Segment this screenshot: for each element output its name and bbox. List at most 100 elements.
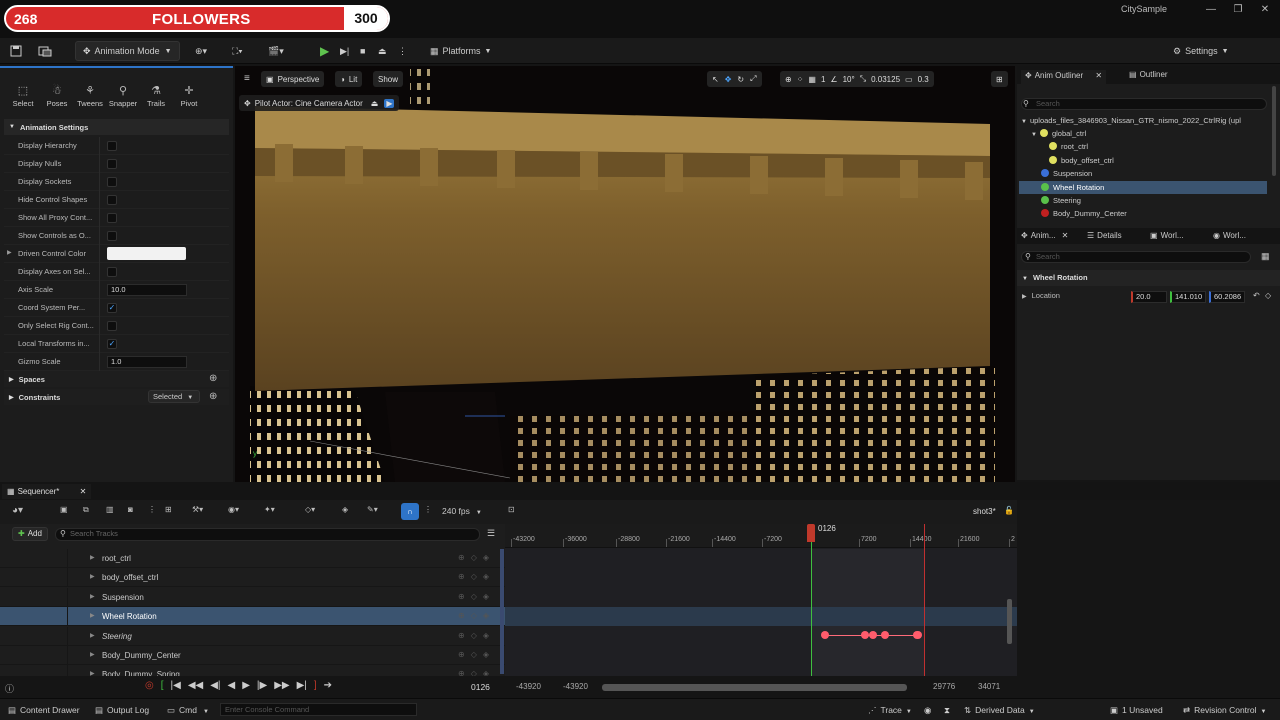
tool-select[interactable]: ⬚ Select	[7, 84, 39, 108]
next-key-icon[interactable]: ▶▶	[274, 680, 289, 691]
set-end-icon[interactable]: ]	[314, 680, 317, 691]
tab-outliner[interactable]: ▤ Outliner	[1129, 70, 1168, 79]
keyframe-icon[interactable]: ◇	[1265, 291, 1271, 300]
scale-snap-icon[interactable]: ⤡	[860, 74, 866, 84]
keyframe[interactable]	[861, 631, 869, 639]
expand-arrow-icon[interactable]: ▶	[90, 632, 95, 639]
content-drawer-button[interactable]: ▤ Content Drawer	[8, 705, 80, 716]
settings-dropdown[interactable]: ⚙ Settings ▼	[1173, 41, 1229, 61]
setting-checkbox[interactable]	[107, 213, 117, 223]
cmd-dropdown[interactable]: ▭ Cmd ▼	[167, 705, 209, 716]
track-key-controls[interactable]: ⊕◇◈	[458, 631, 495, 640]
track-row[interactable]: ▶ Wheel Rotation ⊕◇◈	[0, 607, 505, 627]
close-tab-icon[interactable]: ✕	[1095, 71, 1102, 80]
setting-checkbox[interactable]: ✓	[107, 339, 117, 349]
show-button[interactable]: Show	[373, 71, 404, 87]
color-swatch[interactable]	[107, 247, 186, 260]
perspective-button[interactable]: ▣ Perspective	[261, 71, 325, 87]
minimize-icon[interactable]: —	[1203, 2, 1219, 16]
track-row[interactable]: ▶ body_offset_ctrl ⊕◇◈	[0, 568, 505, 588]
outliner-item[interactable]: Body_Dummy_Center	[1019, 207, 1267, 220]
timeline-vscroll[interactable]	[1007, 599, 1012, 644]
view-range-end[interactable]: 29776	[933, 682, 955, 691]
maximize-icon[interactable]: ❐	[1230, 2, 1246, 16]
snap-icon[interactable]: ∩	[401, 503, 419, 520]
location-y-input[interactable]: 141.010	[1170, 291, 1206, 303]
play-forward-icon[interactable]: ▶	[242, 680, 250, 691]
setting-checkbox[interactable]	[107, 231, 117, 241]
prev-key-icon[interactable]: ◀◀	[188, 680, 203, 691]
camera-icon[interactable]: ◙	[128, 505, 133, 514]
add-space-icon[interactable]: ⊕	[209, 373, 217, 384]
mode-dropdown[interactable]: ✥ Animation Mode ▼	[75, 41, 180, 61]
setting-checkbox[interactable]	[107, 159, 117, 169]
camera-speed-value[interactable]: 0.3	[918, 75, 929, 84]
render-icon[interactable]: ▥	[106, 505, 114, 514]
expand-arrow-icon[interactable]: ▶	[90, 573, 95, 580]
tab-world-2[interactable]: ◉ Worl...	[1213, 231, 1246, 240]
track-row[interactable]: ▶ Steering ⊕◇◈	[0, 626, 505, 646]
outliner-scrollbar[interactable]	[1272, 86, 1276, 176]
tool-pivot[interactable]: ✛ Pivot	[173, 84, 205, 108]
save-icon[interactable]	[10, 41, 22, 61]
keyframe[interactable]	[913, 631, 922, 639]
derived-data-button[interactable]: ⇅ Derived Data ▼	[964, 705, 1035, 716]
insights-icon[interactable]: ⧗	[944, 705, 950, 716]
expand-arrow-icon[interactable]: ▶	[7, 249, 12, 256]
track-key-controls[interactable]: ⊕◇◈	[458, 553, 495, 562]
translate-icon[interactable]: ✥	[725, 75, 732, 84]
step-forward-icon[interactable]: |▶	[257, 680, 267, 691]
track-row[interactable]: ▶ root_ctrl ⊕◇◈	[0, 549, 505, 568]
viewport-menu-icon[interactable]: ≡	[244, 73, 250, 84]
working-range-end[interactable]: 34071	[978, 682, 1000, 691]
output-log-button[interactable]: ▤ Output Log	[95, 705, 149, 716]
tab-details[interactable]: ☰ Details	[1087, 231, 1122, 240]
setting-checkbox[interactable]	[107, 177, 117, 187]
location-x-input[interactable]: 20.0	[1131, 291, 1167, 303]
track-key-controls[interactable]: ⊕◇◈	[458, 611, 495, 620]
platforms-dropdown[interactable]: ▦ Platforms ▼	[430, 41, 491, 61]
tool-tweens[interactable]: ⚘ Tweens	[74, 84, 106, 108]
tab-sequencer[interactable]: ▦ Sequencer* ✕	[2, 484, 92, 499]
blueprint-icon[interactable]: ⛶▾	[232, 41, 243, 61]
pilot-actor-bar[interactable]: ✥ Pilot Actor: Cine Camera Actor ⏏ ▶	[239, 95, 400, 111]
track-row[interactable]: ▶ Body_Dummy_Center ⊕◇◈	[0, 646, 505, 665]
time-ruler[interactable]: -43200 -36000 -28800 -21600 -14400 -7200 7200 1…	[505, 524, 1017, 548]
playback-range-icon[interactable]: ⊡	[508, 505, 515, 514]
info-icon[interactable]: ⓘ	[5, 682, 14, 695]
playhead[interactable]	[807, 524, 815, 542]
tool-trails[interactable]: ⚗ Trails	[140, 84, 172, 108]
scale-snap-value[interactable]: 0.03125	[871, 75, 900, 84]
more-options-icon[interactable]: ⋮	[398, 41, 407, 61]
current-frame[interactable]: 0126	[471, 682, 490, 692]
tab-anim-details[interactable]: ✥ Anim... ✕	[1021, 231, 1068, 240]
timeline-area[interactable]: -43200 -36000 -28800 -21600 -14400 -7200 7200 1…	[505, 524, 1017, 676]
rotate-icon[interactable]: ↻	[737, 75, 744, 84]
outliner-item[interactable]: Wheel Rotation	[1019, 180, 1267, 194]
spaces-section[interactable]: ▶ Spaces	[4, 371, 229, 387]
setting-number-input[interactable]: 1.0	[107, 356, 187, 368]
outliner-item[interactable]: root_ctrl	[1019, 140, 1267, 153]
rotation-snap-icon[interactable]: ∠	[830, 75, 837, 84]
add-constraint-icon[interactable]: ⊕	[209, 391, 217, 402]
lock-icon[interactable]: 🔓	[1004, 506, 1014, 515]
add-track-button[interactable]: ✚ Add	[12, 527, 48, 541]
grid-size[interactable]: 1	[821, 75, 825, 84]
expand-arrow-icon[interactable]: ▶	[90, 554, 95, 561]
curve-editor-icon[interactable]: ⊞	[165, 505, 172, 514]
setting-number-input[interactable]: 10.0	[107, 284, 187, 296]
stop-icon[interactable]: ■	[360, 41, 365, 61]
more-options-icon[interactable]: ⋮	[148, 505, 156, 514]
close-tab-icon[interactable]: ✕	[80, 487, 87, 496]
filter-tracks-icon[interactable]: ☰	[487, 528, 495, 539]
track-key-controls[interactable]: ⊕◇◈	[458, 669, 495, 676]
world-space-icon[interactable]: ⊕	[785, 75, 792, 84]
world-icon[interactable]: ◕▾	[12, 505, 23, 516]
tool-poses[interactable]: ☃ Poses	[41, 84, 73, 108]
details-search-input[interactable]: Search	[1021, 251, 1251, 263]
record-icon[interactable]: ◎	[145, 680, 154, 691]
tools-icon[interactable]: ⚒▾	[192, 505, 203, 514]
content-browser-icon[interactable]	[38, 41, 52, 61]
track-row[interactable]: ▶ Body_Dummy_Spring ⊕◇◈	[0, 665, 505, 676]
step-back-icon[interactable]: ◀|	[210, 680, 220, 691]
